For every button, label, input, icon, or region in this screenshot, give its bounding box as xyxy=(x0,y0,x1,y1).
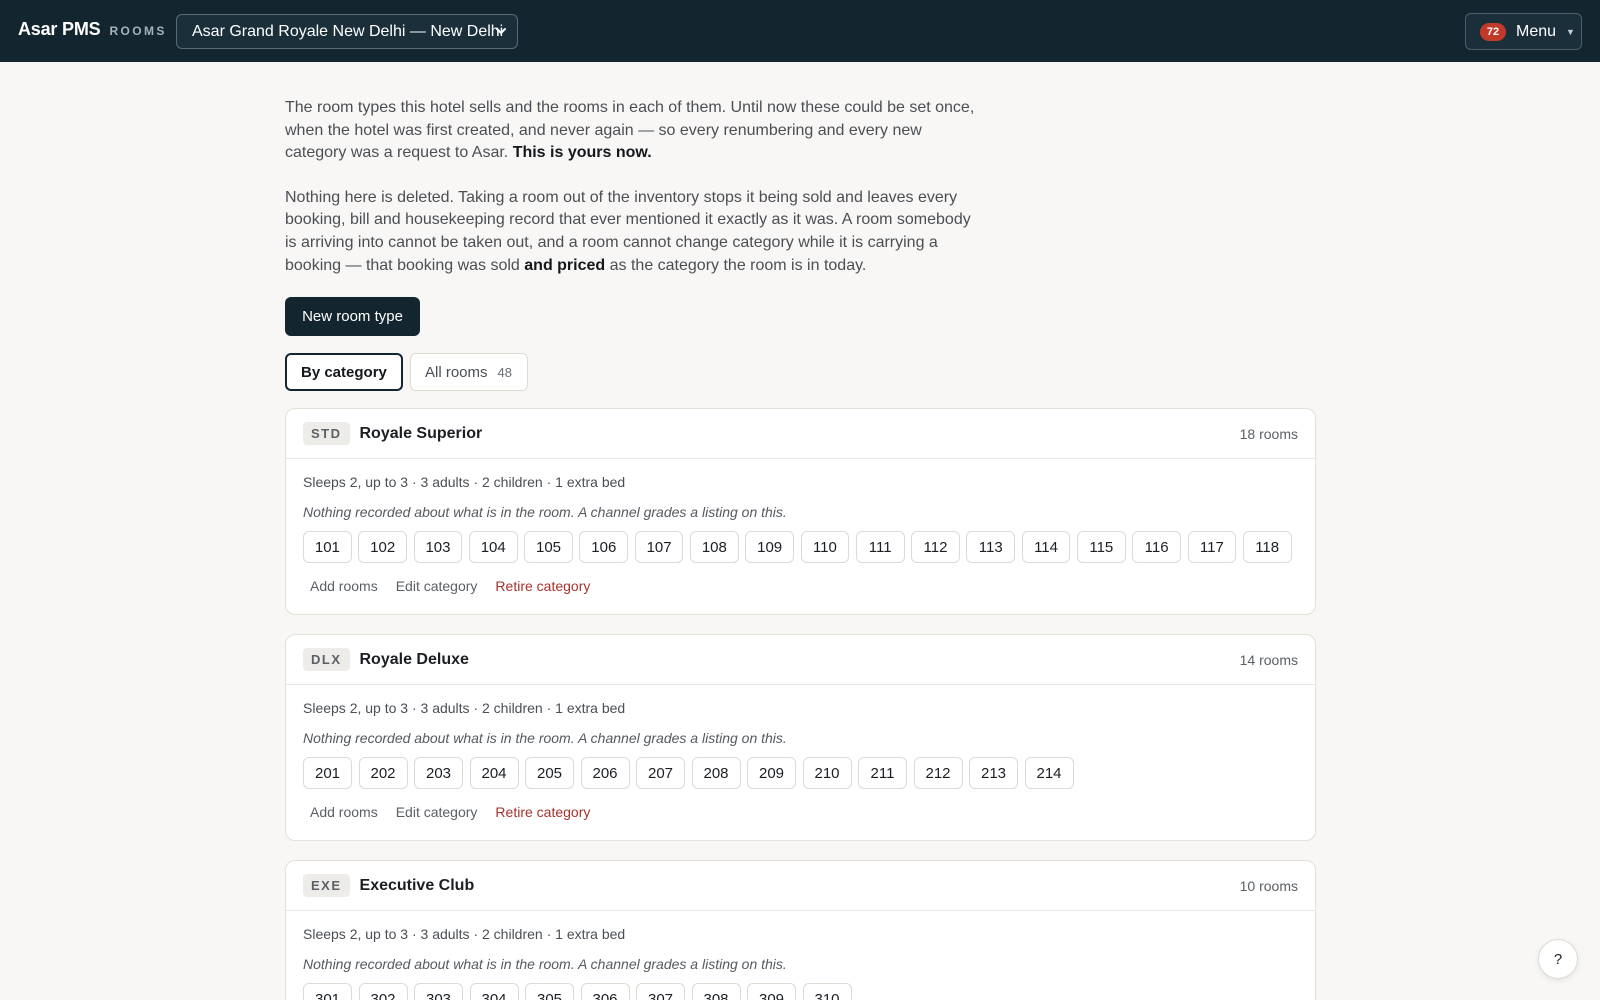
room-chip[interactable]: 307 xyxy=(636,983,685,1000)
room-chip[interactable]: 105 xyxy=(524,531,573,563)
tab-all-rooms[interactable]: All rooms 48 xyxy=(410,353,528,391)
room-list: 301 302 303 304 305 306 307 308 309 310 xyxy=(303,983,1298,1000)
tab-by-category-label: By category xyxy=(301,363,387,381)
room-chip[interactable]: 207 xyxy=(636,757,685,789)
room-chip[interactable]: 106 xyxy=(579,531,629,563)
notification-badge: 72 xyxy=(1480,22,1506,41)
room-chip[interactable]: 301 xyxy=(303,983,352,1000)
intro-paragraph-2: Nothing here is deleted. Taking a room o… xyxy=(285,187,975,277)
room-chip[interactable]: 109 xyxy=(745,531,795,563)
room-list: 201 202 203 204 205 206 207 208 209 210 … xyxy=(303,757,1298,789)
intro-paragraph-1: The room types this hotel sells and the … xyxy=(285,97,975,165)
amenities-note: Nothing recorded about what is in the ro… xyxy=(303,956,787,972)
room-chip[interactable]: 203 xyxy=(414,757,463,789)
room-chip[interactable]: 208 xyxy=(691,757,741,789)
category-card: DLX Royale Deluxe 14 rooms Sleeps 2, up … xyxy=(285,634,1316,841)
room-chip[interactable]: 117 xyxy=(1187,531,1237,563)
room-chip[interactable]: 303 xyxy=(414,983,463,1000)
category-code: EXE xyxy=(303,874,350,897)
room-chip[interactable]: 211 xyxy=(858,757,907,789)
room-chip[interactable]: 101 xyxy=(303,531,352,563)
room-chip[interactable]: 209 xyxy=(747,757,796,789)
category-card: EXE Executive Club 10 rooms Sleeps 2, up… xyxy=(285,860,1316,1000)
top-bar: Asar PMS ROOMS Asar Grand Royale New Del… xyxy=(0,0,1600,62)
hotel-select-value: Asar Grand Royale New Delhi — New Delhi xyxy=(192,22,504,40)
room-chip[interactable]: 310 xyxy=(802,983,852,1000)
room-chip[interactable]: 201 xyxy=(303,757,352,789)
room-chip[interactable]: 214 xyxy=(1024,757,1074,789)
room-chip[interactable]: 206 xyxy=(580,757,630,789)
new-room-type-button[interactable]: New room type xyxy=(285,297,420,336)
category-code: STD xyxy=(303,422,350,445)
category-actions: Add rooms Edit category Retire category xyxy=(310,804,1298,840)
room-chip[interactable]: 213 xyxy=(969,757,1018,789)
room-chip[interactable]: 212 xyxy=(913,757,963,789)
add-rooms-link[interactable]: Add rooms xyxy=(310,804,378,820)
edit-category-link[interactable]: Edit category xyxy=(396,804,478,820)
category-code: DLX xyxy=(303,648,350,671)
hotel-select[interactable]: Asar Grand Royale New Delhi — New Delhi xyxy=(176,14,518,49)
category-actions: Add rooms Edit category Retire category xyxy=(310,578,1298,614)
category-name: Royale Deluxe xyxy=(359,650,469,668)
room-chip[interactable]: 104 xyxy=(468,531,518,563)
tab-by-category[interactable]: By category xyxy=(285,353,403,391)
room-chip[interactable]: 205 xyxy=(525,757,574,789)
brand[interactable]: Asar PMS ROOMS xyxy=(18,19,167,40)
room-chip[interactable]: 202 xyxy=(358,757,408,789)
caret-down-icon: ▼ xyxy=(1566,26,1575,37)
room-chip[interactable]: 115 xyxy=(1076,531,1126,563)
category-card: STD Royale Superior 18 rooms Sleeps 2, u… xyxy=(285,408,1316,615)
room-chip[interactable]: 116 xyxy=(1132,531,1181,563)
category-room-count: 10 rooms xyxy=(1239,877,1298,894)
category-name: Executive Club xyxy=(359,876,475,894)
edit-category-link[interactable]: Edit category xyxy=(396,578,478,594)
occupancy-summary: Sleeps 2, up to 3 · 3 adults · 2 childre… xyxy=(303,474,626,490)
room-chip[interactable]: 204 xyxy=(469,757,519,789)
occupancy-summary: Sleeps 2, up to 3 · 3 adults · 2 childre… xyxy=(303,700,626,716)
amenities-note: Nothing recorded about what is in the ro… xyxy=(303,730,787,746)
category-room-count: 18 rooms xyxy=(1239,425,1298,442)
add-rooms-link[interactable]: Add rooms xyxy=(310,578,378,594)
intro: The room types this hotel sells and the … xyxy=(285,97,975,299)
room-chip[interactable]: 113 xyxy=(966,531,1016,563)
room-chip[interactable]: 308 xyxy=(691,983,741,1000)
menu-button[interactable]: 72 Menu ▼ xyxy=(1465,13,1582,50)
amenities-note: Nothing recorded about what is in the ro… xyxy=(303,504,787,520)
category-room-count: 14 rooms xyxy=(1239,651,1298,668)
category-header: DLX Royale Deluxe 14 rooms xyxy=(286,635,1315,685)
room-chip[interactable]: 103 xyxy=(413,531,463,563)
room-chip[interactable]: 112 xyxy=(911,531,960,563)
room-chip[interactable]: 114 xyxy=(1021,531,1071,563)
retire-category-link[interactable]: Retire category xyxy=(495,804,590,820)
room-chip[interactable]: 309 xyxy=(747,983,796,1000)
room-chip[interactable]: 305 xyxy=(525,983,574,1000)
brand-name: Asar PMS xyxy=(18,19,101,39)
category-header: STD Royale Superior 18 rooms xyxy=(286,409,1315,459)
room-chip[interactable]: 302 xyxy=(358,983,408,1000)
occupancy-summary: Sleeps 2, up to 3 · 3 adults · 2 childre… xyxy=(303,926,626,942)
category-name: Royale Superior xyxy=(359,424,483,442)
room-chip[interactable]: 102 xyxy=(358,531,408,563)
room-chip[interactable]: 110 xyxy=(800,531,850,563)
menu-label: Menu xyxy=(1516,22,1557,40)
room-list: 101 102 103 104 105 106 107 108 109 110 … xyxy=(303,531,1298,563)
help-button[interactable]: ? xyxy=(1538,939,1578,979)
intro-text-2b: as the category the room is in today. xyxy=(609,256,867,274)
room-chip[interactable]: 108 xyxy=(689,531,739,563)
room-chip[interactable]: 118 xyxy=(1242,531,1292,563)
room-chip[interactable]: 304 xyxy=(469,983,519,1000)
room-chip[interactable]: 306 xyxy=(580,983,630,1000)
room-chip[interactable]: 107 xyxy=(634,531,684,563)
tab-all-rooms-count: 48 xyxy=(497,364,512,380)
intro-emphasis-2: and priced xyxy=(524,256,606,274)
retire-category-link[interactable]: Retire category xyxy=(495,578,590,594)
tab-all-rooms-label: All rooms xyxy=(425,363,488,381)
room-chip[interactable]: 210 xyxy=(802,757,852,789)
intro-emphasis-1: This is yours now. xyxy=(512,144,652,162)
room-chip[interactable]: 111 xyxy=(855,531,905,563)
category-header: EXE Executive Club 10 rooms xyxy=(286,861,1315,911)
section-label: ROOMS xyxy=(109,24,167,38)
chevron-down-icon xyxy=(496,28,506,34)
